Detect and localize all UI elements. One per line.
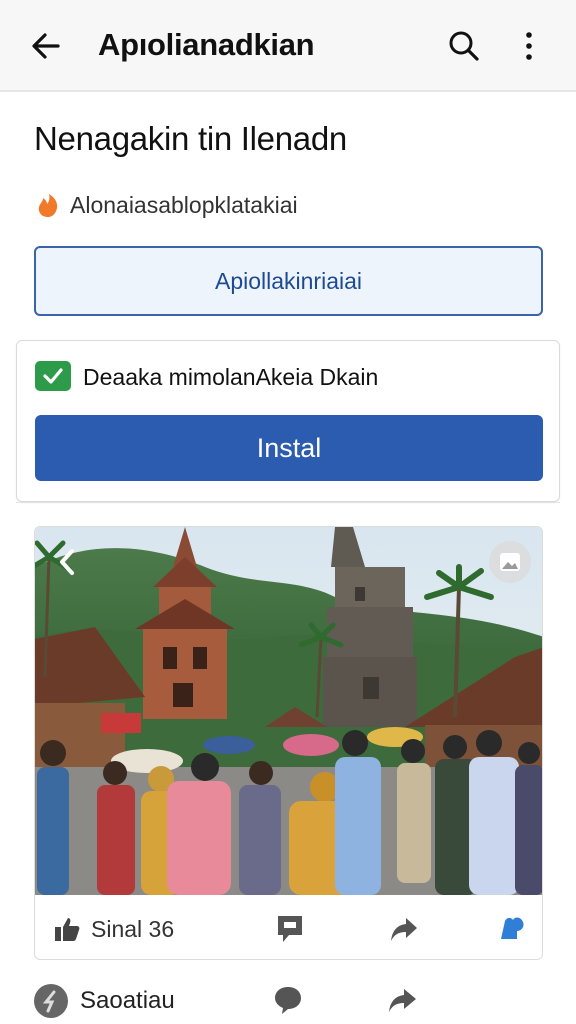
like-icon[interactable] <box>53 915 81 943</box>
install-card: Deaaka mimolanAkeia Dkain Instal <box>16 340 560 502</box>
install-button[interactable]: Instal <box>35 415 543 481</box>
checkbox-label: Deaaka mimolanAkeia Dkain <box>83 364 379 390</box>
search-icon[interactable] <box>446 28 482 64</box>
post-card: Sinal 36 <box>34 526 543 960</box>
flame-icon <box>38 194 58 217</box>
subline: Alonaiasablopklatakiai <box>34 190 298 220</box>
app-title: Apıolianadkian <box>98 27 315 62</box>
install-label: Instal <box>256 432 322 463</box>
comment-icon[interactable] <box>272 984 304 1016</box>
image-icon <box>500 553 520 571</box>
save-icon[interactable] <box>497 913 527 943</box>
comment-icon[interactable] <box>275 913 305 945</box>
post-actions: Sinal 36 <box>35 895 542 959</box>
page-headline: Nenagakin tin Ilenadn <box>34 120 347 157</box>
outline-action-label: Apiollakinriaiai <box>214 267 363 294</box>
author-name: Saoatiau <box>80 987 175 1014</box>
more-vert-icon[interactable] <box>514 28 544 64</box>
like-count-label: Sinal 36 <box>91 916 175 942</box>
share-icon[interactable] <box>386 986 418 1014</box>
outline-action-button[interactable]: Apiollakinriaiai <box>34 246 543 316</box>
share-icon[interactable] <box>389 915 419 943</box>
avatar[interactable] <box>34 984 68 1018</box>
bottom-row: Saoatiau <box>0 974 576 1024</box>
subline-text: Alonaiasablopklatakiai <box>70 191 298 218</box>
avatar-icon <box>42 990 56 1013</box>
divider <box>16 502 560 503</box>
back-arrow-icon[interactable] <box>26 26 66 66</box>
app-bar: Apıolianadkian <box>0 0 576 92</box>
confirm-checkbox[interactable] <box>35 361 71 391</box>
post-photo[interactable] <box>35 527 543 895</box>
photo-badge-icon[interactable] <box>489 541 531 583</box>
photo-back-chevron-icon[interactable] <box>55 547 79 577</box>
checkmark-icon <box>43 368 63 384</box>
